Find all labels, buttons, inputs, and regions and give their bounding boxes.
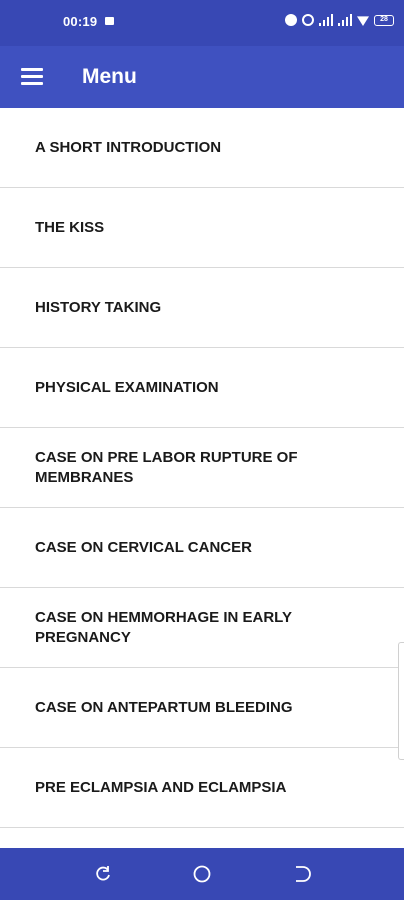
back-button[interactable] — [291, 864, 311, 884]
list-item-label: CASE ON HEMMORHAGE IN EARLY PREGNANCY — [35, 609, 292, 646]
recent-apps-button[interactable] — [93, 864, 113, 884]
list-item-label: PRE ECLAMPSIA AND ECLAMPSIA — [35, 779, 287, 796]
wifi-icon — [357, 16, 369, 26]
recent-apps-icon — [96, 866, 110, 881]
status-time: 00:19 — [63, 14, 98, 29]
list-item-label: CASE ON PRE LABOR RUPTURE OF MEMBRANES — [35, 449, 298, 486]
home-button[interactable] — [192, 864, 212, 884]
list-item[interactable]: HISTORY TAKING — [0, 268, 404, 348]
home-icon — [193, 865, 211, 883]
hamburger-menu-icon[interactable] — [21, 68, 43, 86]
list-item[interactable]: CASE ON ANTEPARTUM BLEEDING — [0, 668, 404, 748]
list-item-label: PHYSICAL EXAMINATION — [35, 379, 219, 396]
list-item[interactable]: THE KISS — [0, 188, 404, 268]
list-item-label: CASE ON CERVICAL CANCER — [35, 539, 252, 556]
list-item-label: HISTORY TAKING — [35, 299, 162, 316]
battery-icon: 28 — [374, 14, 394, 26]
signal-icon — [319, 14, 333, 26]
message-notification-icon — [105, 17, 114, 25]
list-item-label: CASE ON ANTEPARTUM BLEEDING — [35, 699, 293, 716]
list-item-label: A SHORT INTRODUCTION — [35, 139, 222, 156]
page-title: Menu — [82, 65, 137, 88]
alarm-icon — [285, 14, 297, 26]
hotspot-icon — [302, 14, 314, 26]
list-item[interactable]: PHYSICAL EXAMINATION — [0, 348, 404, 428]
menu-list: A SHORT INTRODUCTION THE KISS HISTORY TA… — [0, 108, 404, 848]
back-icon — [296, 866, 311, 882]
app-bar: Menu — [0, 46, 404, 108]
list-item[interactable]: CASE ON HEMMORHAGE IN EARLY PREGNANCY — [0, 588, 404, 668]
side-scroll-handle[interactable] — [398, 642, 404, 760]
list-item[interactable]: PRE ECLAMPSIA AND ECLAMPSIA — [0, 748, 404, 828]
list-item-label: THE KISS — [35, 219, 105, 236]
list-item[interactable]: A SHORT INTRODUCTION — [0, 108, 404, 188]
navigation-bar — [0, 848, 404, 900]
status-icons: 28 — [285, 14, 394, 26]
status-bar: 00:19 28 — [0, 0, 404, 46]
list-item[interactable]: CASE ON CERVICAL CANCER — [0, 508, 404, 588]
signal-icon-2 — [338, 14, 352, 26]
list-item[interactable]: CASE ON PRE LABOR RUPTURE OF MEMBRANES — [0, 428, 404, 508]
